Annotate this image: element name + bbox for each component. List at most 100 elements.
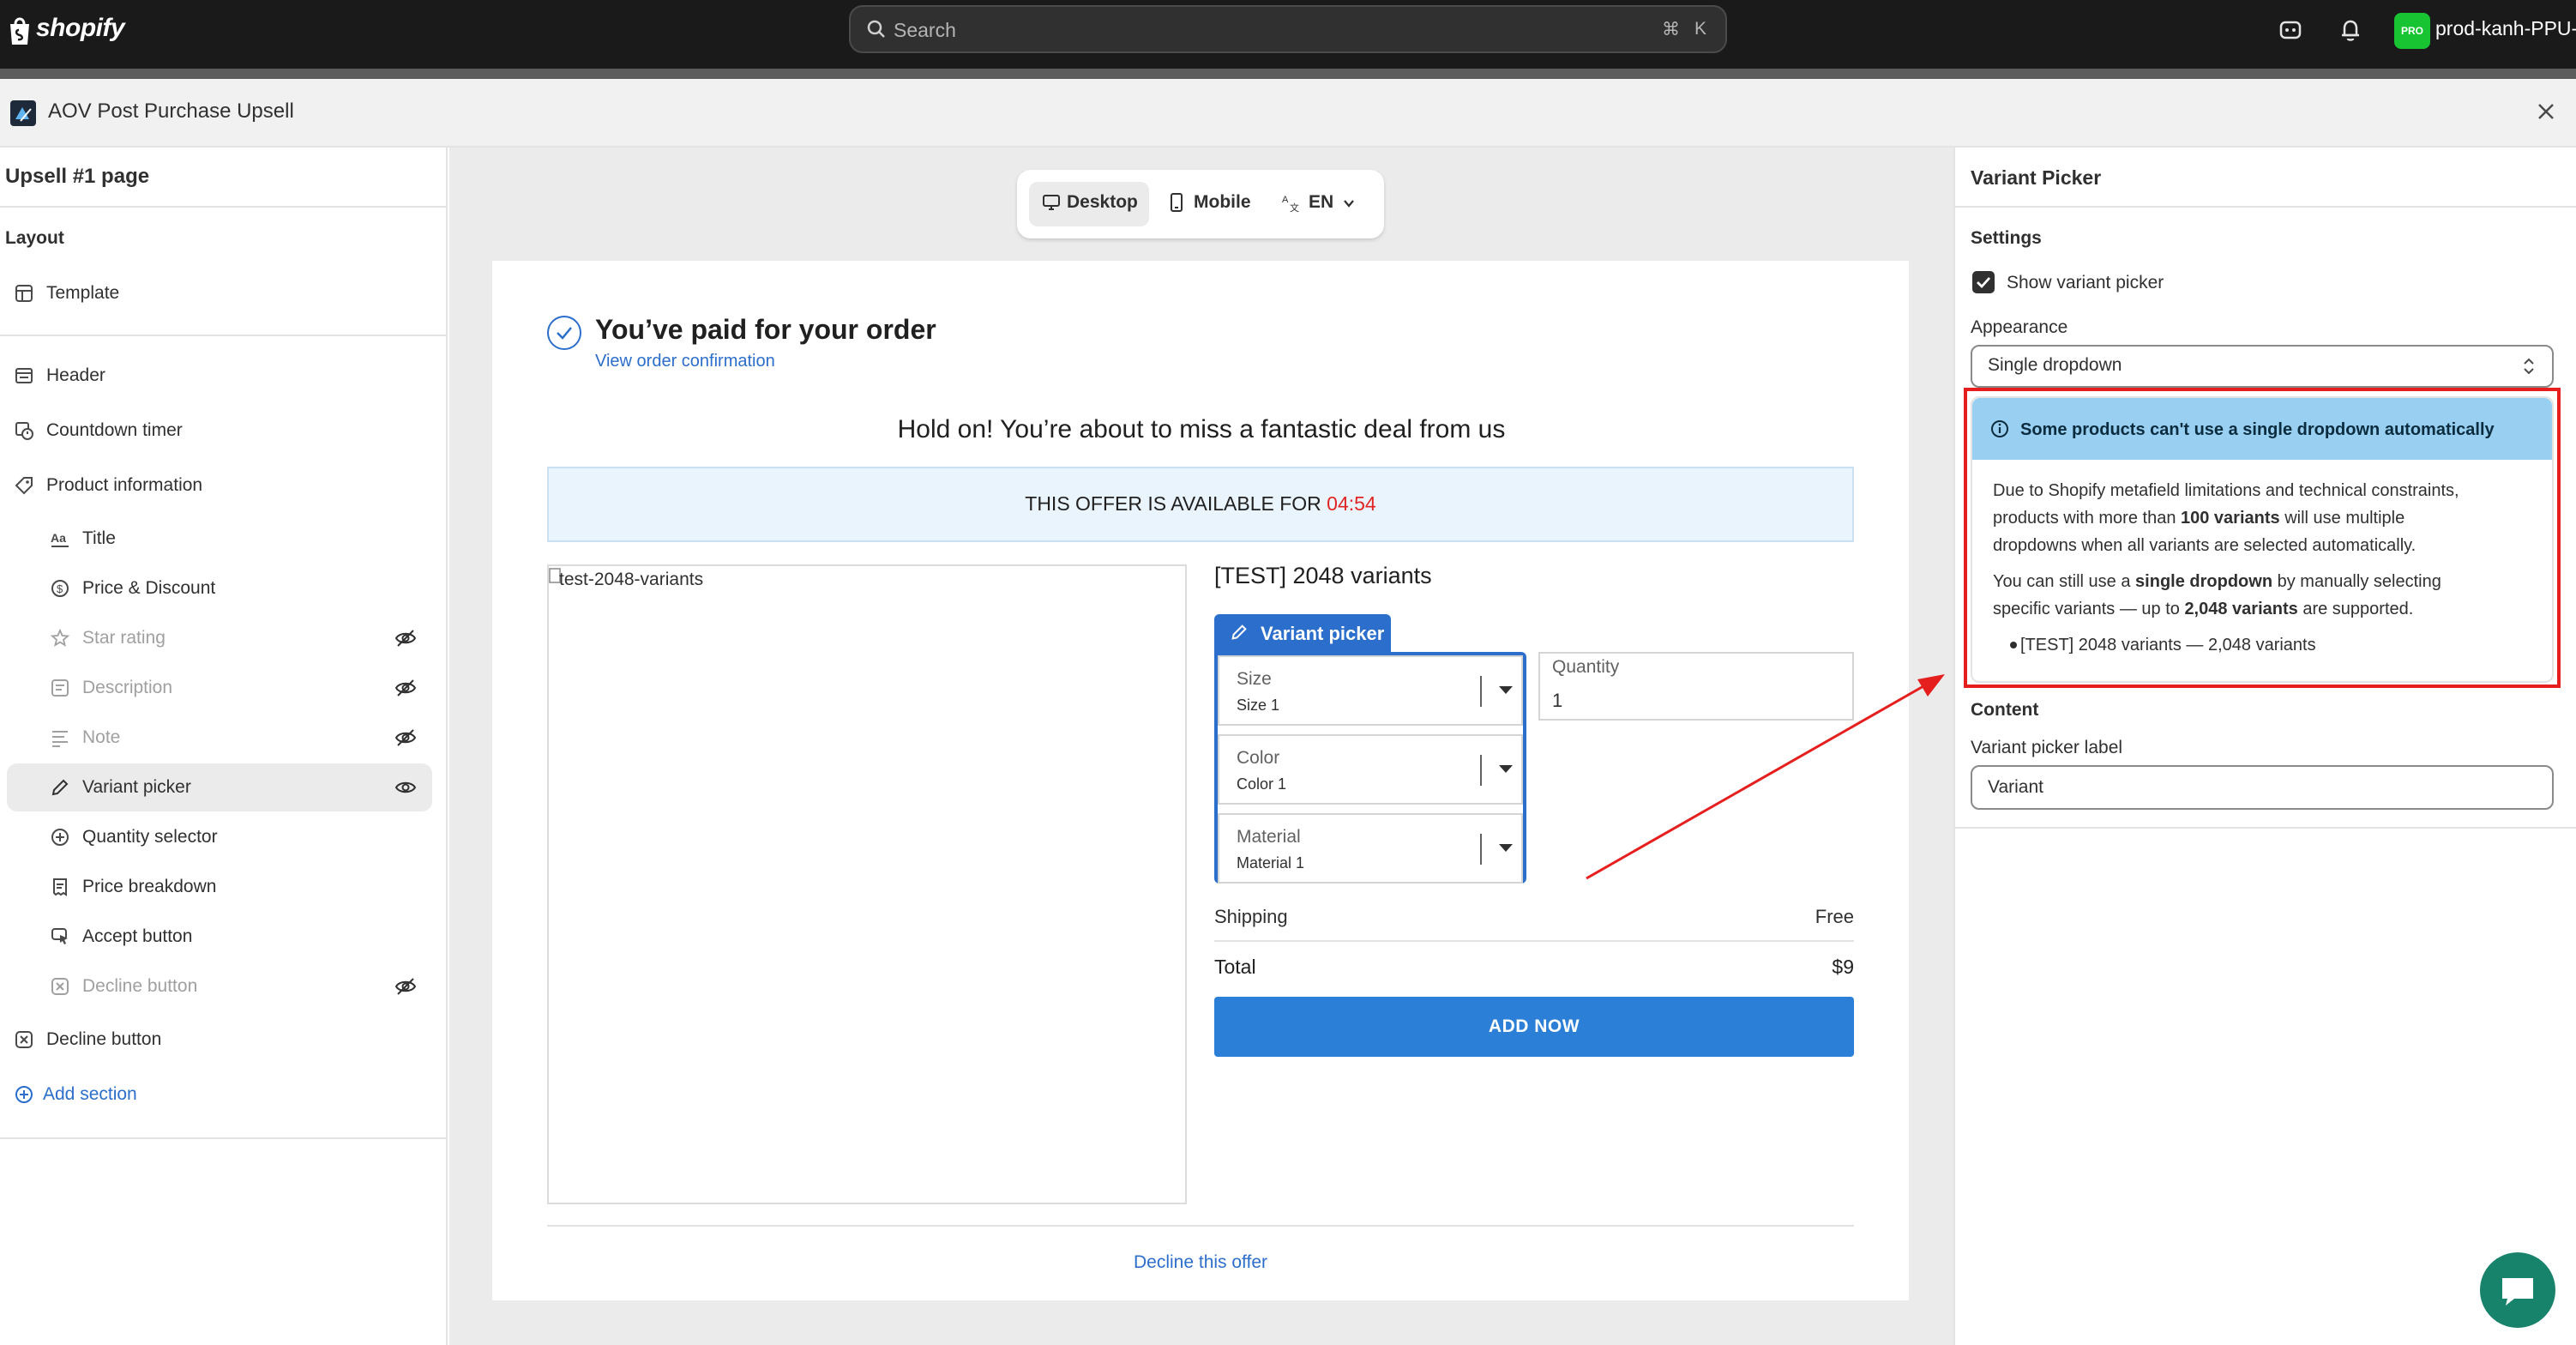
block-note[interactable]: Note	[82, 727, 120, 748]
tag-icon	[14, 475, 34, 496]
quantity-value[interactable]: 1	[1552, 690, 1562, 712]
star-icon	[50, 628, 70, 648]
appearance-label: Appearance	[1971, 317, 2068, 337]
chat-support-button[interactable]	[2480, 1252, 2555, 1328]
shopify-bag-icon[interactable]	[7, 15, 33, 46]
sidekick-icon[interactable]	[2278, 17, 2303, 43]
add-section-button[interactable]: Add section	[43, 1084, 137, 1105]
shopify-logo[interactable]: shopify	[36, 14, 125, 43]
eye-icon[interactable]	[394, 777, 417, 798]
select-value: Material 1	[1237, 854, 1305, 872]
app-logo-icon	[10, 100, 36, 126]
caret-down-icon	[1499, 686, 1513, 694]
mobile-view-button[interactable]: Mobile	[1194, 192, 1251, 213]
notification-bell-icon[interactable]	[2338, 17, 2363, 43]
show-variant-picker-label[interactable]: Show variant picker	[2007, 273, 2164, 293]
block-accept-button[interactable]: Accept button	[82, 926, 192, 947]
appearance-select-value: Single dropdown	[1988, 355, 2122, 375]
product-image	[547, 564, 1187, 1204]
eye-hidden-icon[interactable]	[394, 727, 417, 748]
order-paid-title: You’ve paid for your order	[595, 314, 936, 345]
template-icon	[14, 283, 34, 304]
view-order-confirmation-link[interactable]: View order confirmation	[595, 352, 775, 371]
settings-panel-title: Variant Picker	[1971, 166, 2102, 189]
store-avatar[interactable]: PRO	[2394, 13, 2430, 49]
caret-down-icon	[1499, 844, 1513, 852]
annotation-highlight-box	[1964, 388, 2561, 688]
select-arrows-icon	[2521, 355, 2537, 377]
decline-section-icon	[14, 1029, 34, 1050]
block-description[interactable]: Description	[82, 678, 172, 698]
svg-text:文: 文	[1290, 202, 1299, 213]
divider	[1953, 206, 2576, 208]
pencil-icon	[50, 777, 70, 798]
show-variant-picker-checkbox[interactable]	[1972, 271, 1995, 293]
eye-hidden-icon[interactable]	[394, 678, 417, 698]
header-icon	[14, 365, 34, 386]
sidebar-item-countdown-timer[interactable]: Countdown timer	[46, 420, 183, 441]
variant-picker-label-label: Variant picker label	[1971, 738, 2123, 757]
block-price-breakdown[interactable]: Price breakdown	[82, 877, 216, 897]
sidebar-item-header[interactable]: Header	[46, 365, 105, 386]
caret-down-icon	[1499, 765, 1513, 773]
close-icon[interactable]	[2534, 100, 2558, 124]
svg-text:A: A	[1282, 195, 1289, 205]
block-title[interactable]: Title	[82, 528, 116, 549]
select-divider	[1480, 755, 1482, 786]
select-value: Size 1	[1237, 697, 1280, 714]
block-price-discount[interactable]: Price & Discount	[82, 578, 215, 599]
decline-offer-link[interactable]: Decline this offer	[547, 1252, 1854, 1273]
select-label: Material	[1237, 827, 1301, 847]
shipping-value: Free	[1815, 906, 1854, 927]
translate-icon: A文	[1281, 192, 1302, 213]
block-quantity-selector[interactable]: Quantity selector	[82, 827, 218, 847]
svg-text:Aa: Aa	[51, 531, 66, 545]
variant-select-color[interactable]: Color Color 1	[1218, 734, 1523, 805]
desktop-icon	[1041, 192, 1062, 213]
desktop-label: Desktop	[1067, 192, 1138, 212]
total-label: Total	[1214, 956, 1256, 978]
block-variant-picker[interactable]: Variant picker	[82, 777, 191, 798]
app-header	[0, 79, 2576, 148]
eye-hidden-icon[interactable]	[394, 628, 417, 648]
variant-picker-label-input[interactable]	[1971, 765, 2554, 810]
divider	[0, 1137, 448, 1139]
variant-select-material[interactable]: Material Material 1	[1218, 813, 1523, 884]
selected-row-highlight	[7, 763, 432, 811]
quantity-label: Quantity	[1552, 657, 1620, 677]
select-label: Size	[1237, 669, 1272, 689]
cursor-icon	[50, 926, 70, 947]
variant-picker-badge-label: Variant picker	[1261, 623, 1385, 644]
svg-text:$: $	[57, 582, 63, 595]
sidebar-item-product-information[interactable]: Product information	[46, 475, 202, 496]
variant-picker-label-value: Variant	[1988, 777, 2043, 797]
sidebar-item-decline-button[interactable]: Decline button	[46, 1029, 161, 1050]
layout-heading: Layout	[5, 228, 64, 248]
total-value: $9	[1832, 956, 1854, 978]
receipt-icon	[50, 877, 70, 897]
product-title: [TEST] 2048 variants	[1214, 563, 1432, 588]
chevron-down-icon	[1341, 196, 1357, 211]
eye-hidden-icon[interactable]	[394, 976, 417, 997]
variant-select-size[interactable]: Size Size 1	[1218, 655, 1523, 726]
select-divider	[1480, 676, 1482, 707]
price-icon: $	[50, 578, 70, 599]
search-bar[interactable]: Search ⌘ K	[849, 5, 1727, 53]
divider	[1214, 940, 1854, 942]
decline-icon	[50, 976, 70, 997]
sidebar-item-template[interactable]: Template	[46, 283, 119, 304]
content-heading: Content	[1971, 700, 2039, 720]
language-selector[interactable]: EN	[1309, 192, 1333, 213]
check-circle-icon	[547, 316, 581, 350]
add-now-button[interactable]: ADD NOW	[1214, 997, 1854, 1057]
countdown-text: THIS OFFER IS AVAILABLE FOR 04:54	[547, 492, 1854, 516]
store-name[interactable]: prod-kanh-PPU-9	[2435, 17, 2576, 40]
block-decline-button[interactable]: Decline button	[82, 976, 197, 997]
top-divider-strip	[0, 69, 2576, 79]
title-icon: Aa	[50, 528, 70, 549]
note-icon	[50, 727, 70, 748]
shortcut-cmd: ⌘	[1662, 20, 1680, 39]
mobile-icon[interactable]	[1166, 192, 1187, 213]
block-star-rating[interactable]: Star rating	[82, 628, 166, 648]
settings-heading: Settings	[1971, 228, 2042, 248]
